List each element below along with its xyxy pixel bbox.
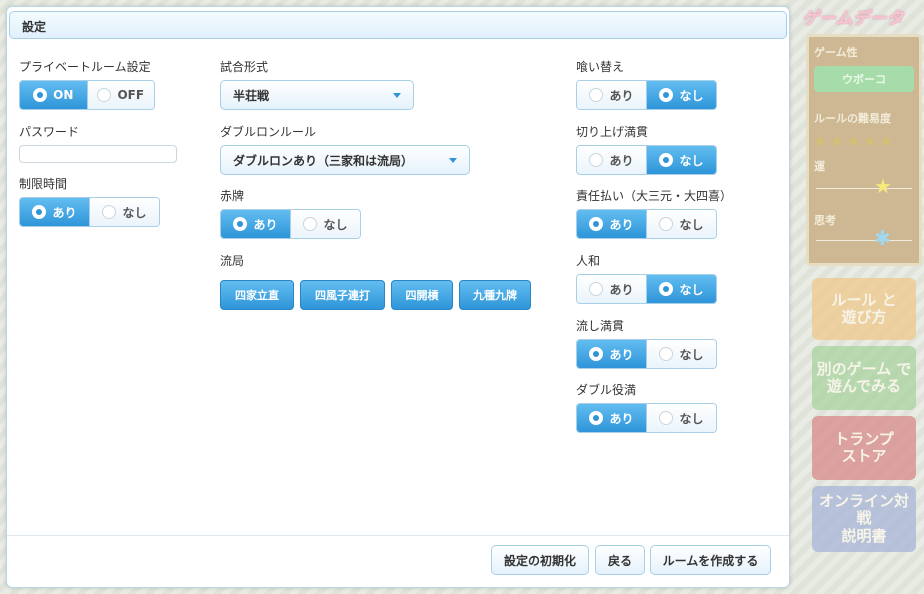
renhou-yes-option[interactable]: あり [577,275,646,303]
rules-and-howto-button[interactable]: ルール と 遊び方 [812,278,916,340]
kuikae-toggle: あり なし [576,80,717,110]
kiriage-mangan-no-option[interactable]: なし [646,146,716,174]
radio-selected-icon [659,88,674,102]
trump-store-button[interactable]: トランプ ストア [812,416,916,480]
renhou-toggle: あり なし [576,274,717,304]
thinking-star-icon: ✱ [874,226,891,250]
private-room-label: プライベートルーム設定 [19,60,151,74]
settings-dialog: 設定 プライベートルーム設定 ON OFF パスワード 制限時間 あり なし 試… [6,6,790,588]
radio-selected-icon [589,217,604,231]
radio-empty-icon [97,88,112,102]
chevron-down-icon [393,92,401,98]
kuikae-no-option[interactable]: なし [646,81,716,109]
create-room-button[interactable]: ルームを作成する [650,545,771,575]
red-tiles-label: 赤牌 [220,189,245,203]
private-room-toggle: ON OFF [19,80,155,110]
luck-star-icon: ★ [874,174,892,198]
rule-difficulty-label: ルールの難易度 [814,112,891,125]
double-ron-select[interactable]: ダブルロンあり（三家和は流局） [220,145,470,175]
radio-selected-icon [33,88,48,102]
abortive-draw-option[interactable]: 九種九牌 [459,280,531,310]
match-format-label: 試合形式 [220,60,269,74]
double-ron-label: ダブルロンルール [220,125,317,139]
luck-label: 運 [814,160,825,173]
liability-yes-option[interactable]: あり [577,210,646,238]
nagashi-mangan-no-option[interactable]: なし [646,340,716,368]
double-yakuman-toggle: あり なし [576,403,717,433]
radio-empty-icon [589,153,604,167]
time-limit-yes-option[interactable]: あり [20,198,89,226]
difficulty-stars: ★★★★★ [814,134,897,150]
reset-settings-button[interactable]: 設定の初期化 [491,545,589,575]
footer-divider [7,535,789,536]
radio-empty-icon [303,217,318,231]
time-limit-toggle: あり なし [19,197,160,227]
time-limit-label: 制限時間 [19,177,68,191]
liability-toggle: あり なし [576,209,717,239]
match-format-select[interactable]: 半荘戦 [220,80,414,110]
other-games-button[interactable]: 別のゲーム で 遊んでみる [812,346,916,410]
kiriage-mangan-toggle: あり なし [576,145,717,175]
double-yakuman-yes-option[interactable]: あり [577,404,646,432]
private-room-on-option[interactable]: ON [20,81,87,109]
back-button[interactable]: 戻る [595,545,645,575]
renhou-label: 人和 [576,254,601,268]
radio-selected-icon [659,153,674,167]
game-type-value: ウボーコ [814,66,914,92]
liability-label: 責任払い（大三元・大四喜） [576,189,733,203]
abortive-draw-label: 流局 [220,254,245,268]
nagashi-mangan-label: 流し満貫 [576,319,625,333]
thinking-slider [816,240,912,241]
radio-selected-icon [659,282,674,296]
radio-selected-icon [233,217,248,231]
radio-empty-icon [659,217,674,231]
abortive-draw-option[interactable]: 四風子連打 [300,280,385,310]
radio-selected-icon [589,347,604,361]
chevron-down-icon [449,157,457,163]
kuikae-label: 喰い替え [576,60,625,74]
radio-empty-icon [589,88,604,102]
password-input[interactable] [19,145,177,163]
radio-empty-icon [589,282,604,296]
password-label: パスワード [19,125,80,139]
radio-selected-icon [32,205,47,219]
private-room-off-option[interactable]: OFF [86,81,154,109]
online-manual-button[interactable]: オンライン対戦 説明書 [812,486,916,552]
liability-no-option[interactable]: なし [646,210,716,238]
nagashi-mangan-toggle: あり なし [576,339,717,369]
red-tiles-no-option[interactable]: なし [290,210,360,238]
radio-empty-icon [659,347,674,361]
kiriage-mangan-yes-option[interactable]: あり [577,146,646,174]
kuikae-yes-option[interactable]: あり [577,81,646,109]
radio-empty-icon [659,411,674,425]
abortive-draw-option[interactable]: 四家立直 [220,280,294,310]
red-tiles-yes-option[interactable]: あり [221,210,290,238]
double-yakuman-no-option[interactable]: なし [646,404,716,432]
renhou-no-option[interactable]: なし [646,275,716,303]
double-yakuman-label: ダブル役満 [576,383,637,397]
thinking-label: 思考 [814,214,836,227]
red-tiles-toggle: あり なし [220,209,361,239]
radio-selected-icon [589,411,604,425]
game-type-label: ゲーム性 [814,46,858,59]
kiriage-mangan-label: 切り上げ満貫 [576,125,649,139]
nagashi-mangan-yes-option[interactable]: あり [577,340,646,368]
game-data-title: ゲームデータ [802,9,904,29]
radio-empty-icon [102,205,117,219]
luck-slider [816,188,912,189]
abortive-draw-option[interactable]: 四開槓 [391,280,453,310]
time-limit-no-option[interactable]: なし [89,198,159,226]
dialog-title: 設定 [9,11,787,39]
